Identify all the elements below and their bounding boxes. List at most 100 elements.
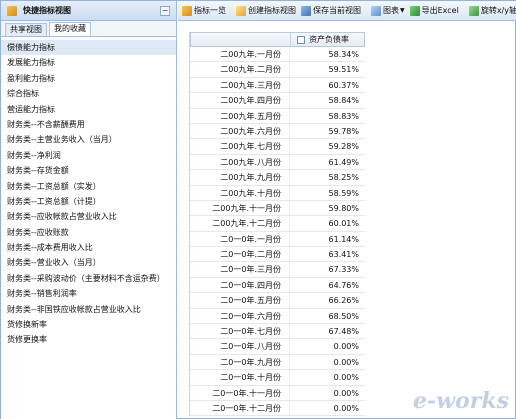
indicator-list-button[interactable]: 指标一览	[182, 5, 226, 16]
period-cell: 二00九年.七月份	[190, 139, 290, 154]
chart-label: 图表	[383, 6, 399, 15]
export-excel-button[interactable]: 导出Excel	[409, 5, 459, 16]
sidebar-item[interactable]: 货修换新率	[1, 317, 176, 332]
period-cell: 二00九年.十二月份	[190, 216, 290, 231]
table-row[interactable]: 二00九年.八月份 61.49%	[190, 154, 365, 171]
folder-icon	[7, 5, 17, 16]
table-row[interactable]: 二00九年.七月份 59.28%	[190, 139, 365, 155]
value-cell: 61.14%	[328, 234, 359, 244]
table-row[interactable]: 二0一0年.一月份 61.14%	[190, 231, 365, 248]
period-cell: 二0一0年.四月份	[190, 277, 290, 293]
rotate-axes-button[interactable]: 旋转x/y轴	[468, 5, 516, 16]
sidebar-item[interactable]: 货修更换率	[1, 332, 176, 347]
save-icon	[301, 5, 311, 16]
value-cell: 0.00%	[333, 342, 359, 352]
sidebar-tabs: 共享视图 我的收藏	[1, 21, 176, 37]
table-row[interactable]: 二00九年.三月份 60.37%	[190, 77, 365, 94]
app-window: 快捷指标视图 − 共享视图 我的收藏 偿债能力指标 发展能力指标 盈利能力指标 综合指…	[0, 0, 516, 419]
data-grid: 资产负债率 二00九年.一月份 58.34% 二00九年.二月份 59.51% 二00九…	[189, 32, 365, 417]
sidebar-item[interactable]: 综合指标	[1, 86, 176, 101]
chart-button[interactable]: 图表 ▼	[371, 5, 405, 16]
table-row[interactable]: 二00九年.六月份 59.78%	[190, 123, 365, 140]
column-header-debt-ratio[interactable]: 资产负债率	[291, 33, 364, 46]
period-cell: 二00九年.十月份	[190, 185, 290, 200]
table-row[interactable]: 二00九年.十月份 58.59%	[190, 185, 365, 201]
collapse-icon[interactable]: −	[160, 6, 170, 16]
period-cell: 二0一0年.十月份	[190, 370, 290, 385]
period-cell: 二00九年.八月份	[190, 154, 290, 170]
sidebar-title: 快捷指标视图	[23, 6, 71, 15]
table-row[interactable]: 二00九年.二月份 59.51%	[190, 62, 365, 78]
list-icon	[182, 5, 192, 16]
table-row[interactable]: 二0一0年.十月份 0.00%	[190, 370, 365, 386]
sidebar-item[interactable]: 财务类--主营业务收入（当月）	[1, 132, 176, 147]
table-row[interactable]: 二00九年.一月份 58.34%	[190, 47, 365, 63]
value-cell: 0.00%	[333, 357, 359, 367]
sidebar-item[interactable]: 财务类--营业收入（当月）	[1, 255, 176, 270]
table-row[interactable]: 二0一0年.十一月份 0.00%	[190, 385, 365, 401]
table-icon	[297, 36, 305, 44]
tab-shared-views[interactable]: 共享视图	[5, 23, 47, 36]
value-cell: 63.41%	[328, 250, 359, 260]
tab-my-favorites[interactable]: 我的收藏	[49, 22, 91, 36]
period-cell: 二0一0年.八月份	[190, 339, 290, 354]
excel-icon	[409, 5, 420, 16]
sidebar-item[interactable]: 发展能力指标	[1, 55, 176, 70]
create-view-button[interactable]: 创建指标视图	[236, 5, 296, 16]
table-row[interactable]: 二0一0年.五月份 66.26%	[190, 293, 365, 309]
sidebar-item[interactable]: 财务类--应收帐款占营业收入比	[1, 209, 176, 224]
value-cell: 0.00%	[333, 388, 359, 398]
table-row[interactable]: 二00九年.四月份 58.84%	[190, 93, 365, 109]
period-cell: 二0一0年.二月份	[190, 247, 290, 262]
value-cell: 59.78%	[328, 126, 359, 136]
sidebar-item[interactable]: 财务类--存货金额	[1, 163, 176, 178]
period-cell: 二00九年.二月份	[190, 62, 290, 77]
watermark-logo: e-works	[413, 388, 509, 414]
value-cell: 66.26%	[328, 296, 359, 306]
sidebar-item[interactable]: 偿债能力指标	[1, 40, 176, 56]
table-row[interactable]: 二0一0年.二月份 63.41%	[190, 247, 365, 263]
period-cell: 二00九年.六月份	[190, 123, 290, 139]
grid-body: 二00九年.一月份 58.34% 二00九年.二月份 59.51% 二00九年.三月份 6…	[190, 47, 365, 417]
column-header-label: 资产负债率	[309, 35, 349, 44]
period-cell: 二0一0年.六月份	[190, 308, 290, 324]
table-row[interactable]: 二00九年.九月份 58.25%	[190, 170, 365, 186]
value-cell: 67.48%	[328, 327, 359, 337]
period-cell: 二00九年.四月份	[190, 93, 290, 108]
table-row[interactable]: 二0一0年.六月份 68.50%	[190, 308, 365, 325]
value-cell: 58.25%	[328, 173, 359, 183]
sidebar-item[interactable]: 营运能力指标	[1, 102, 176, 117]
value-cell: 59.51%	[328, 65, 359, 75]
period-cell: 二00九年.一月份	[190, 47, 290, 62]
sidebar-item[interactable]: 财务类--净利润	[1, 148, 176, 163]
sidebar-item[interactable]: 财务类--工资总额（实发）	[1, 179, 176, 194]
rotate-icon	[468, 5, 479, 16]
export-excel-label: 导出Excel	[421, 6, 459, 15]
period-cell: 二0一0年.七月份	[190, 324, 290, 339]
value-cell: 59.28%	[328, 142, 359, 152]
value-cell: 58.83%	[328, 111, 359, 121]
indicator-list-label: 指标一览	[194, 6, 226, 15]
sidebar-item[interactable]: 财务类--应收账款	[1, 225, 176, 240]
table-row[interactable]: 二0一0年.七月份 67.48%	[190, 324, 365, 340]
table-row[interactable]: 二0一0年.九月份 0.00%	[190, 354, 365, 371]
value-cell: 67.33%	[328, 265, 359, 275]
table-row[interactable]: 二0一0年.十二月份 0.00%	[190, 400, 365, 417]
save-view-button[interactable]: 保存当前视图	[301, 5, 361, 16]
sidebar-item[interactable]: 财务类--销售利润率	[1, 286, 176, 301]
sidebar-item[interactable]: 财务类--采购波动价（主要材料不含运杂费）	[1, 271, 176, 286]
value-cell: 58.34%	[328, 50, 359, 59]
period-cell: 二0一0年.十二月份	[190, 400, 290, 416]
table-row[interactable]: 二0一0年.八月份 0.00%	[190, 339, 365, 355]
sidebar-item[interactable]: 财务类--成本费用收入比	[1, 240, 176, 255]
sidebar-item[interactable]: 财务类--非国铁应收帐款占营业收入比	[1, 302, 176, 317]
table-row[interactable]: 二00九年.十一月份 59.80%	[190, 200, 365, 217]
table-row[interactable]: 二00九年.十二月份 60.01%	[190, 216, 365, 232]
table-row[interactable]: 二0一0年.四月份 64.76%	[190, 277, 365, 294]
row-header-corner	[191, 33, 291, 46]
sidebar-item[interactable]: 财务类--不含薪酬费用	[1, 117, 176, 132]
sidebar-item[interactable]: 盈利能力指标	[1, 71, 176, 86]
sidebar-item[interactable]: 财务类--工资总额（计提）	[1, 194, 176, 209]
table-row[interactable]: 二0一0年.三月份 67.33%	[190, 262, 365, 278]
table-row[interactable]: 二00九年.五月份 58.83%	[190, 108, 365, 124]
